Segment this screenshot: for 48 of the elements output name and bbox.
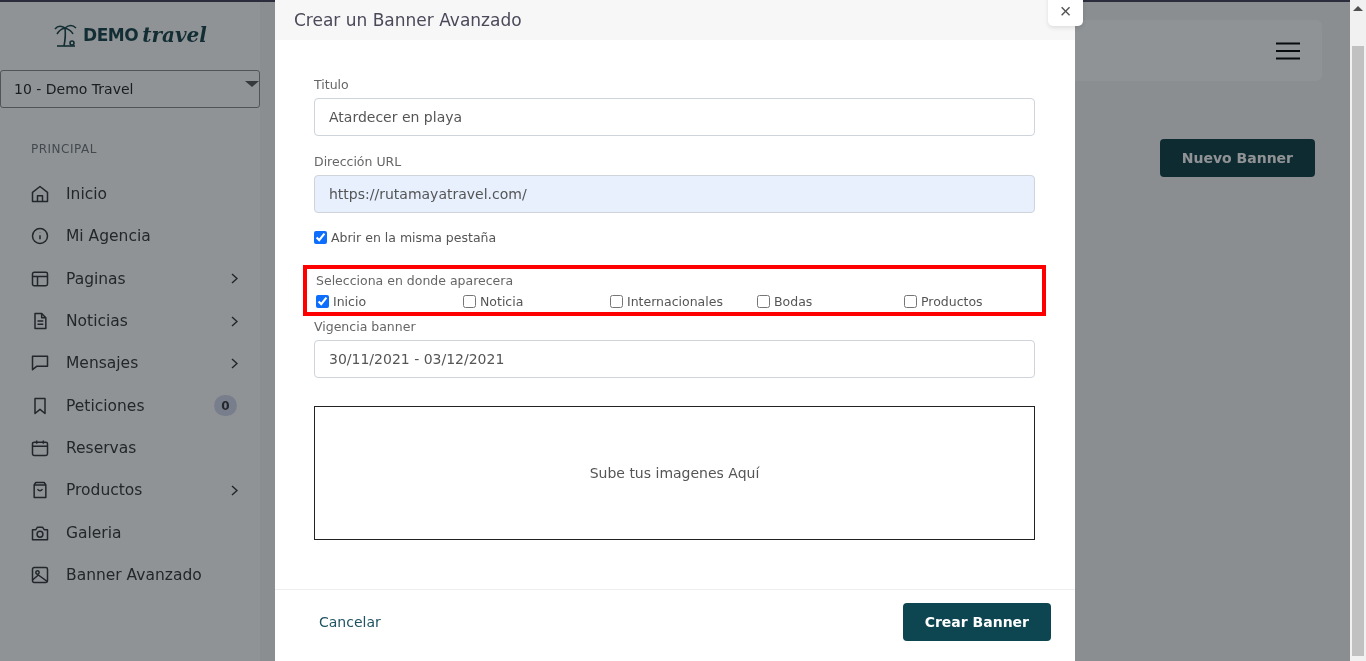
scrollbar[interactable] — [1350, 0, 1366, 661]
menu-item[interactable]: Mi Agencia — [0, 215, 260, 258]
bag-icon — [30, 480, 50, 501]
logo-text: DEMO — [83, 25, 139, 45]
home-icon — [30, 184, 50, 205]
image-icon — [30, 564, 50, 585]
field-label: Dirección URL — [314, 154, 403, 169]
cancel-button[interactable]: Cancelar — [305, 605, 395, 638]
scroll-up-arrow-icon[interactable] — [1353, 6, 1363, 11]
menu-item[interactable]: Inicio — [0, 173, 260, 216]
title-field[interactable]: Atardecer en playa — [314, 98, 1035, 136]
checkbox[interactable] — [463, 295, 476, 308]
menu-item[interactable]: Banner Avanzado — [0, 553, 260, 596]
field-label: Titulo — [314, 77, 350, 92]
checkbox-label: Productos — [921, 294, 983, 309]
menu-item[interactable]: Noticias — [0, 299, 260, 343]
checkbox-label: Inicio — [333, 294, 367, 309]
upload-area[interactable]: Sube tus imagenes Aquí — [314, 406, 1035, 540]
scrollbar-thumb[interactable] — [1352, 46, 1364, 656]
checkbox-label: Internacionales — [627, 294, 723, 309]
agency-select[interactable]: 10 - Demo Travel — [0, 70, 260, 108]
menu-icon[interactable] — [1276, 41, 1300, 60]
info-icon — [30, 226, 50, 247]
field-label: Selecciona en donde aparecera — [316, 273, 515, 288]
count-badge: 0 — [214, 395, 237, 417]
menu-item[interactable]: Paginas — [0, 257, 260, 300]
menu-item[interactable]: Peticiones 0 — [0, 384, 260, 427]
checkbox-label: Bodas — [774, 294, 813, 309]
new-banner-button[interactable]: Nuevo Banner — [1159, 139, 1315, 177]
checkbox-label: Abrir en la misma pestaña — [331, 230, 497, 245]
checkbox[interactable] — [610, 295, 623, 308]
logo-script-text: travel — [142, 23, 207, 47]
checkbox[interactable] — [316, 295, 329, 308]
checkbox[interactable] — [757, 295, 770, 308]
checkbox-label: Noticia — [480, 294, 524, 309]
checkbox[interactable] — [904, 295, 917, 308]
date-range-field[interactable]: 30/11/2021 - 03/12/2021 — [314, 340, 1035, 378]
menu-item[interactable]: Mensajes — [0, 342, 260, 385]
menu-item[interactable]: Reservas — [0, 426, 260, 470]
create-banner-button[interactable]: Crear Banner — [902, 602, 1051, 641]
close-button[interactable]: × — [1048, 0, 1083, 26]
field-label: Vigencia banner — [314, 319, 417, 334]
section-label: PRINCIPAL — [31, 142, 98, 156]
menu-item[interactable]: Galeria — [0, 511, 260, 554]
checkbox[interactable] — [314, 231, 327, 244]
menu-item[interactable]: Productos — [0, 469, 260, 512]
url-field[interactable]: https://rutamayatravel.com/ — [314, 175, 1035, 213]
modal-title: Crear un Banner Avanzado — [294, 10, 522, 30]
